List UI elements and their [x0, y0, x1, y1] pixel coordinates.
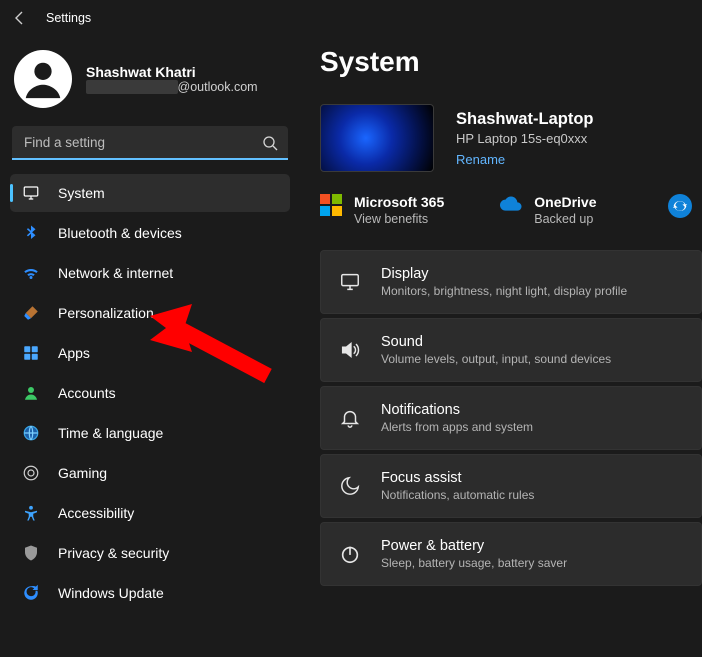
- main-pane: System Shashwat-Laptop HP Laptop 15s-eq0…: [300, 36, 702, 657]
- accessibility-icon: [22, 504, 40, 522]
- card-title: Sound: [381, 334, 611, 350]
- power-icon: [339, 543, 361, 565]
- page-title: System: [320, 46, 702, 78]
- sidebar-item-time[interactable]: Time & language: [10, 414, 290, 452]
- sidebar-item-label: Network & internet: [58, 265, 173, 281]
- nav-list: System Bluetooth & devices Network & inter…: [6, 174, 294, 612]
- card-title: Power & battery: [381, 538, 567, 554]
- card-title: Notifications: [381, 402, 533, 418]
- service-ms365-title: Microsoft 365: [354, 194, 444, 210]
- sidebar-item-privacy[interactable]: Privacy & security: [10, 534, 290, 572]
- card-title: Display: [381, 266, 627, 282]
- search-field[interactable]: [12, 126, 288, 160]
- sidebar-item-accounts[interactable]: Accounts: [10, 374, 290, 412]
- settings-card-notifications[interactable]: Notifications Alerts from apps and system: [320, 386, 702, 450]
- sidebar-item-label: Accessibility: [58, 505, 134, 521]
- card-sub: Monitors, brightness, night light, displ…: [381, 284, 627, 298]
- service-ms365[interactable]: Microsoft 365 View benefits: [320, 194, 444, 226]
- globe-icon: [22, 424, 40, 442]
- sidebar-item-label: Time & language: [58, 425, 163, 441]
- sidebar-item-label: Privacy & security: [58, 545, 169, 561]
- window-title: Settings: [46, 11, 91, 25]
- card-sub: Sleep, battery usage, battery saver: [381, 556, 567, 570]
- sync-status-icon[interactable]: [668, 194, 692, 218]
- brush-icon: [22, 304, 40, 322]
- profile-block[interactable]: Shashwat Khatri xxxxxxxxxxxxxx@outlook.c…: [6, 46, 294, 126]
- device-summary: Shashwat-Laptop HP Laptop 15s-eq0xxx Ren…: [320, 104, 702, 172]
- bluetooth-icon: [22, 224, 40, 242]
- shield-icon: [22, 544, 40, 562]
- service-onedrive-title: OneDrive: [534, 194, 596, 210]
- search-icon: [262, 135, 278, 151]
- settings-card-sound[interactable]: Sound Volume levels, output, input, sound…: [320, 318, 702, 382]
- services-row: Microsoft 365 View benefits OneDrive Bac…: [320, 194, 702, 226]
- sidebar-item-label: Windows Update: [58, 585, 164, 601]
- settings-cards: Display Monitors, brightness, night light…: [320, 250, 702, 586]
- wifi-icon: [22, 264, 40, 282]
- display-icon: [22, 184, 40, 202]
- sidebar-item-gaming[interactable]: Gaming: [10, 454, 290, 492]
- onedrive-icon: [500, 196, 522, 212]
- card-title: Focus assist: [381, 470, 534, 486]
- settings-card-power[interactable]: Power & battery Sleep, battery usage, bat…: [320, 522, 702, 586]
- gaming-icon: [22, 464, 40, 482]
- sidebar-item-label: Personalization: [58, 305, 154, 321]
- sidebar-item-update[interactable]: Windows Update: [10, 574, 290, 612]
- sidebar-item-label: Accounts: [58, 385, 116, 401]
- sidebar-item-label: Apps: [58, 345, 90, 361]
- display-icon: [339, 271, 361, 293]
- device-wallpaper-thumb[interactable]: [320, 104, 434, 172]
- sidebar-item-network[interactable]: Network & internet: [10, 254, 290, 292]
- sidebar-item-accessibility[interactable]: Accessibility: [10, 494, 290, 532]
- person-icon: [22, 384, 40, 402]
- card-sub: Notifications, automatic rules: [381, 488, 534, 502]
- service-onedrive-sub: Backed up: [534, 212, 596, 226]
- titlebar: Settings: [0, 0, 702, 36]
- search-input[interactable]: [12, 126, 288, 160]
- settings-card-display[interactable]: Display Monitors, brightness, night light…: [320, 250, 702, 314]
- sidebar-item-personalization[interactable]: Personalization: [10, 294, 290, 332]
- rename-link[interactable]: Rename: [456, 152, 594, 167]
- moon-icon: [339, 475, 361, 497]
- microsoft-365-icon: [320, 194, 342, 216]
- avatar: [14, 50, 72, 108]
- update-icon: [22, 584, 40, 602]
- sidebar-item-apps[interactable]: Apps: [10, 334, 290, 372]
- card-sub: Alerts from apps and system: [381, 420, 533, 434]
- profile-name: Shashwat Khatri: [86, 64, 258, 80]
- back-icon[interactable]: [12, 10, 28, 26]
- device-model: HP Laptop 15s-eq0xxx: [456, 131, 594, 146]
- apps-icon: [22, 344, 40, 362]
- profile-email: xxxxxxxxxxxxxx@outlook.com: [86, 80, 258, 94]
- service-onedrive[interactable]: OneDrive Backed up: [500, 194, 596, 226]
- sidebar: Shashwat Khatri xxxxxxxxxxxxxx@outlook.c…: [0, 36, 300, 657]
- service-ms365-sub: View benefits: [354, 212, 444, 226]
- sidebar-item-bluetooth[interactable]: Bluetooth & devices: [10, 214, 290, 252]
- device-name: Shashwat-Laptop: [456, 110, 594, 129]
- sound-icon: [339, 339, 361, 361]
- settings-card-focus[interactable]: Focus assist Notifications, automatic rul…: [320, 454, 702, 518]
- sidebar-item-label: Gaming: [58, 465, 107, 481]
- sidebar-item-label: Bluetooth & devices: [58, 225, 182, 241]
- sidebar-item-system[interactable]: System: [10, 174, 290, 212]
- bell-icon: [339, 407, 361, 429]
- sidebar-item-label: System: [58, 185, 105, 201]
- card-sub: Volume levels, output, input, sound devi…: [381, 352, 611, 366]
